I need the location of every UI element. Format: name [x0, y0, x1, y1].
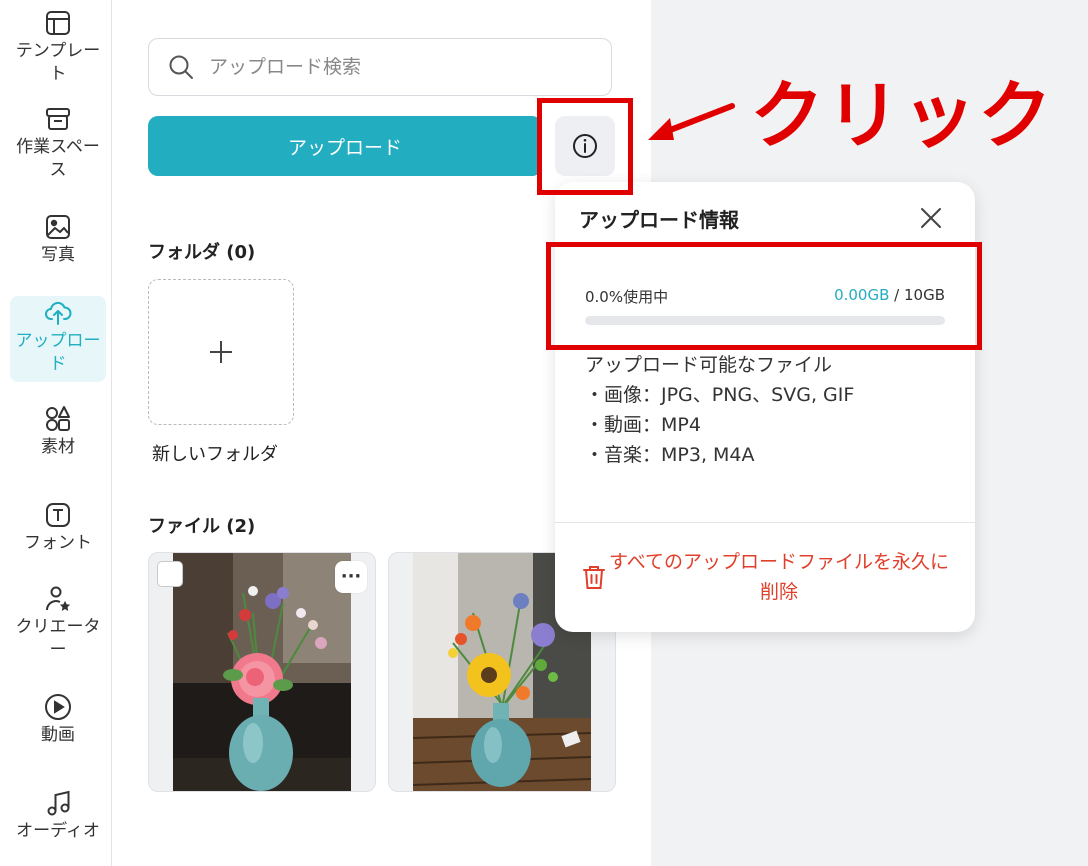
sidebar-item-label: フォント	[24, 533, 92, 553]
play-circle-icon	[45, 694, 71, 720]
folders-title: フォルダ (0)	[148, 242, 256, 263]
file-type-item: ・音楽：MP3, M4A	[585, 444, 755, 466]
allowed-file-types: アップロード可能なファイル ・画像：JPG、PNG、SVG, GIF ・動画：M…	[585, 350, 854, 470]
creator-user-icon	[46, 586, 71, 611]
close-icon[interactable]	[917, 204, 945, 232]
sidebar-item-label: クリエーター	[15, 617, 101, 660]
file-select-checkbox[interactable]	[157, 561, 183, 587]
file-more-button[interactable]: ···	[335, 561, 367, 593]
annotation-highlight-usage	[546, 242, 982, 350]
sidebar-item-video[interactable]: 動画	[10, 692, 106, 747]
archive-box-icon	[46, 108, 70, 130]
sidebar-item-upload[interactable]: アップロード	[10, 296, 106, 382]
divider	[555, 522, 975, 523]
plus-icon	[210, 341, 232, 363]
template-icon	[46, 11, 70, 35]
sidebar-item-label: アップロード	[15, 331, 101, 374]
sidebar-item-audio[interactable]: オーディオ	[10, 788, 106, 843]
more-options-icon: ···	[340, 566, 362, 587]
file-type-item: ・動画：MP4	[585, 414, 701, 436]
search-box[interactable]	[148, 38, 612, 96]
sidebar-item-workspace[interactable]: 作業スペース	[10, 104, 106, 182]
trash-icon	[583, 566, 605, 589]
file-card[interactable]: ···	[148, 552, 376, 792]
new-folder-label: 新しいフォルダ	[152, 444, 278, 465]
annotation-arrow-icon	[648, 103, 735, 140]
sidebar-item-photos[interactable]: 写真	[10, 212, 106, 267]
file-type-item: ・画像：JPG、PNG、SVG, GIF	[585, 384, 855, 406]
search-icon	[169, 55, 193, 79]
sidebar-item-label: オーディオ	[16, 821, 100, 841]
sidebar-item-label: 作業スペース	[16, 137, 100, 180]
annotation-callout: クリック	[750, 73, 1054, 159]
delete-all-label: すべてのアップロードファイルを永久に削除	[609, 551, 949, 603]
sidebar-item-elements[interactable]: 素材	[10, 404, 106, 459]
sidebar-item-label: テンプレート	[15, 41, 101, 84]
upload-button[interactable]: アップロード	[148, 116, 542, 176]
text-t-icon	[46, 503, 70, 527]
files-title: ファイル (2)	[148, 516, 256, 537]
cloud-upload-icon	[45, 301, 72, 325]
shapes-icon	[46, 406, 70, 431]
sidebar-item-label: 写真	[41, 245, 75, 265]
annotation-highlight-info-button	[537, 98, 633, 195]
image-icon	[46, 215, 70, 239]
allowed-files-heading: アップロード可能なファイル	[585, 354, 833, 376]
new-folder-button[interactable]	[148, 279, 294, 425]
sidebar-item-label: 素材	[41, 437, 75, 457]
sidebar-item-creators[interactable]: クリエーター	[10, 584, 106, 662]
sidebar-item-label: 動画	[41, 725, 75, 745]
sidebar-item-fonts[interactable]: フォント	[10, 500, 106, 555]
file-thumbnail	[173, 553, 351, 791]
sidebar-nav: テンプレート 作業スペース 写真 アップロード 素材 フォント クリエーター 動…	[0, 0, 112, 866]
delete-all-uploads-button[interactable]: すべてのアップロードファイルを永久に削除	[581, 547, 951, 607]
music-note-icon	[47, 790, 70, 816]
search-input[interactable]	[207, 55, 591, 79]
sidebar-item-template[interactable]: テンプレート	[10, 8, 106, 86]
popover-title: アップロード情報	[579, 208, 739, 232]
